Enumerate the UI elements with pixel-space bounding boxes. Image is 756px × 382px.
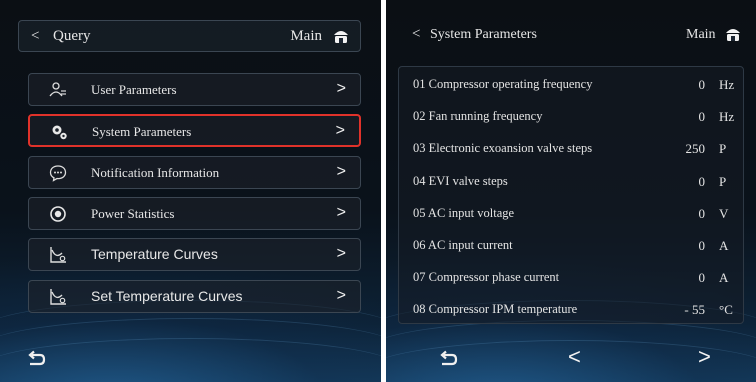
parameter-unit: °C [719, 302, 733, 317]
menu-item-temperature-curves[interactable]: Temperature Curves > [28, 238, 361, 271]
system-parameters-screen: < System Parameters Main 01 Compressor o… [386, 0, 756, 382]
parameter-label: 06 AC input current [413, 238, 513, 252]
parameter-unit: A [719, 238, 729, 253]
chevron-right-icon: > [336, 163, 346, 180]
parameter-value: 0 [698, 238, 706, 253]
menu-item-power-statistics[interactable]: Power Statistics > [28, 197, 361, 230]
gears-icon [52, 125, 67, 140]
next-page-button[interactable]: > [698, 344, 711, 370]
main-button[interactable]: Main [290, 28, 322, 45]
chevron-right-icon: > [336, 287, 346, 304]
parameter-list: 01 Compressor operating frequency 0 Hz 0… [398, 66, 744, 324]
parameter-row: 05 AC input voltage 0 V [399, 198, 743, 230]
message-icon [49, 165, 67, 182]
parameter-row: 01 Compressor operating frequency 0 Hz [399, 69, 743, 101]
menu-item-label: System Parameters [92, 124, 192, 139]
menu-item-label: Set Temperature Curves [91, 288, 243, 304]
parameter-label: 08 Compressor IPM temperature [413, 302, 578, 316]
menu-item-label: Temperature Curves [91, 246, 218, 262]
parameter-row: 06 AC input current 0 A [399, 230, 743, 262]
chevron-right-icon: > [335, 122, 345, 139]
back-button[interactable]: < [412, 26, 420, 43]
menu-item-user-parameters[interactable]: User Parameters > [28, 73, 361, 106]
parameter-label: 07 Compressor phase current [413, 270, 560, 284]
parameter-unit: A [719, 270, 729, 285]
chevron-right-icon: > [336, 245, 346, 262]
menu-item-label: Notification Information [91, 165, 220, 180]
parameter-row: 02 Fan running frequency 0 Hz [399, 101, 743, 133]
parameter-label: 05 AC input voltage [413, 206, 515, 220]
parameter-value: 0 [698, 206, 706, 221]
page-title: Query [53, 28, 91, 44]
back-button[interactable]: < [31, 28, 39, 45]
parameter-value: 250 [685, 141, 706, 156]
background-wave [0, 338, 381, 382]
parameter-label: 04 EVI valve steps [413, 174, 508, 188]
parameter-value: 0 [698, 109, 706, 124]
parameter-row: 08 Compressor IPM temperature - 55 °C [399, 294, 743, 326]
parameter-value: 0 [698, 77, 706, 92]
return-icon[interactable] [26, 349, 46, 369]
parameter-row: 03 Electronic exoansion valve steps 250 … [399, 133, 743, 165]
menu-item-label: Power Statistics [91, 206, 175, 221]
chevron-right-icon: > [336, 204, 346, 221]
parameter-label: 01 Compressor operating frequency [413, 77, 593, 91]
home-icon[interactable] [332, 28, 350, 44]
home-icon[interactable] [724, 26, 742, 42]
parameter-row: 07 Compressor phase current 0 A [399, 262, 743, 294]
menu-item-system-parameters[interactable]: System Parameters > [28, 114, 361, 147]
parameter-unit: Hz [719, 109, 735, 124]
parameter-unit: P [719, 174, 727, 189]
parameter-unit: Hz [719, 77, 735, 92]
header-bar: < Query Main [18, 20, 361, 52]
parameter-value: - 55 [684, 302, 705, 317]
parameter-unit: P [719, 141, 727, 156]
menu-item-notification-information[interactable]: Notification Information > [28, 156, 361, 189]
chevron-right-icon: > [336, 80, 346, 97]
parameter-label: 03 Electronic exoansion valve steps [413, 141, 593, 155]
power-icon [50, 206, 66, 222]
menu-item-label: User Parameters [91, 82, 177, 97]
return-icon[interactable] [438, 349, 458, 369]
main-button[interactable]: Main [686, 27, 716, 43]
menu-item-set-temperature-curves[interactable]: Set Temperature Curves > [28, 280, 361, 313]
previous-page-button[interactable]: < [568, 344, 581, 370]
parameter-unit: V [719, 206, 729, 221]
query-screen: < Query Main User Parameters > System Pa… [0, 0, 381, 382]
parameter-value: 0 [698, 174, 706, 189]
parameter-value: 0 [698, 270, 706, 285]
parameter-row: 04 EVI valve steps 0 P [399, 166, 743, 198]
curve-icon [50, 289, 66, 305]
curve-icon [50, 247, 66, 263]
parameter-label: 02 Fan running frequency [413, 109, 543, 123]
page-title: System Parameters [430, 27, 537, 42]
users-icon [49, 82, 66, 97]
